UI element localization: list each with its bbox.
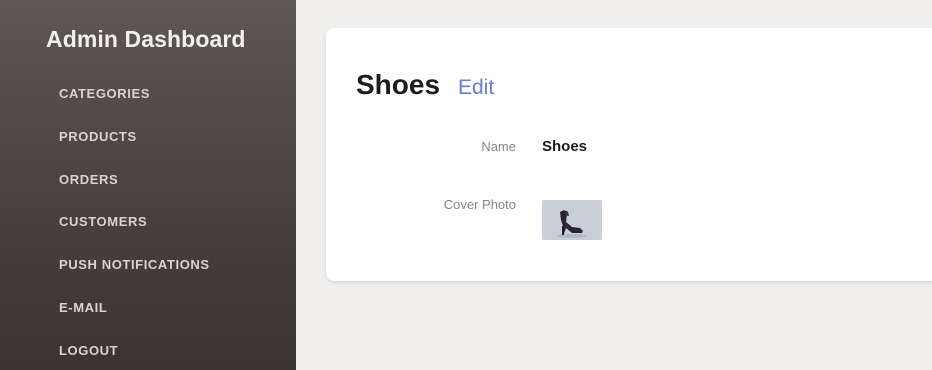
sidebar-item-orders[interactable]: ORDERS [59,172,210,215]
high-heel-shoe-icon [542,200,602,240]
name-label: Name [481,139,516,154]
detail-card: Shoes Edit Name Shoes Cover Photo [326,28,932,281]
page-title: Shoes [356,69,441,100]
edit-link[interactable]: Edit [458,76,494,100]
sidebar: Admin Dashboard CATEGORIES PRODUCTS ORDE… [0,0,296,370]
sidebar-nav: CATEGORIES PRODUCTS ORDERS CUSTOMERS PUS… [59,86,210,370]
sidebar-item-email[interactable]: E-MAIL [59,300,210,343]
cover-photo-label: Cover Photo [443,197,516,212]
name-value: Shoes [542,138,588,155]
sidebar-item-products[interactable]: PRODUCTS [59,129,210,172]
app-title: Admin Dashboard [46,26,246,52]
sidebar-item-logout[interactable]: LOGOUT [59,343,210,370]
cover-photo-thumbnail[interactable] [542,200,602,240]
sidebar-item-categories[interactable]: CATEGORIES [59,86,210,129]
sidebar-item-push-notifications[interactable]: PUSH NOTIFICATIONS [59,257,210,300]
sidebar-item-customers[interactable]: CUSTOMERS [59,214,210,257]
